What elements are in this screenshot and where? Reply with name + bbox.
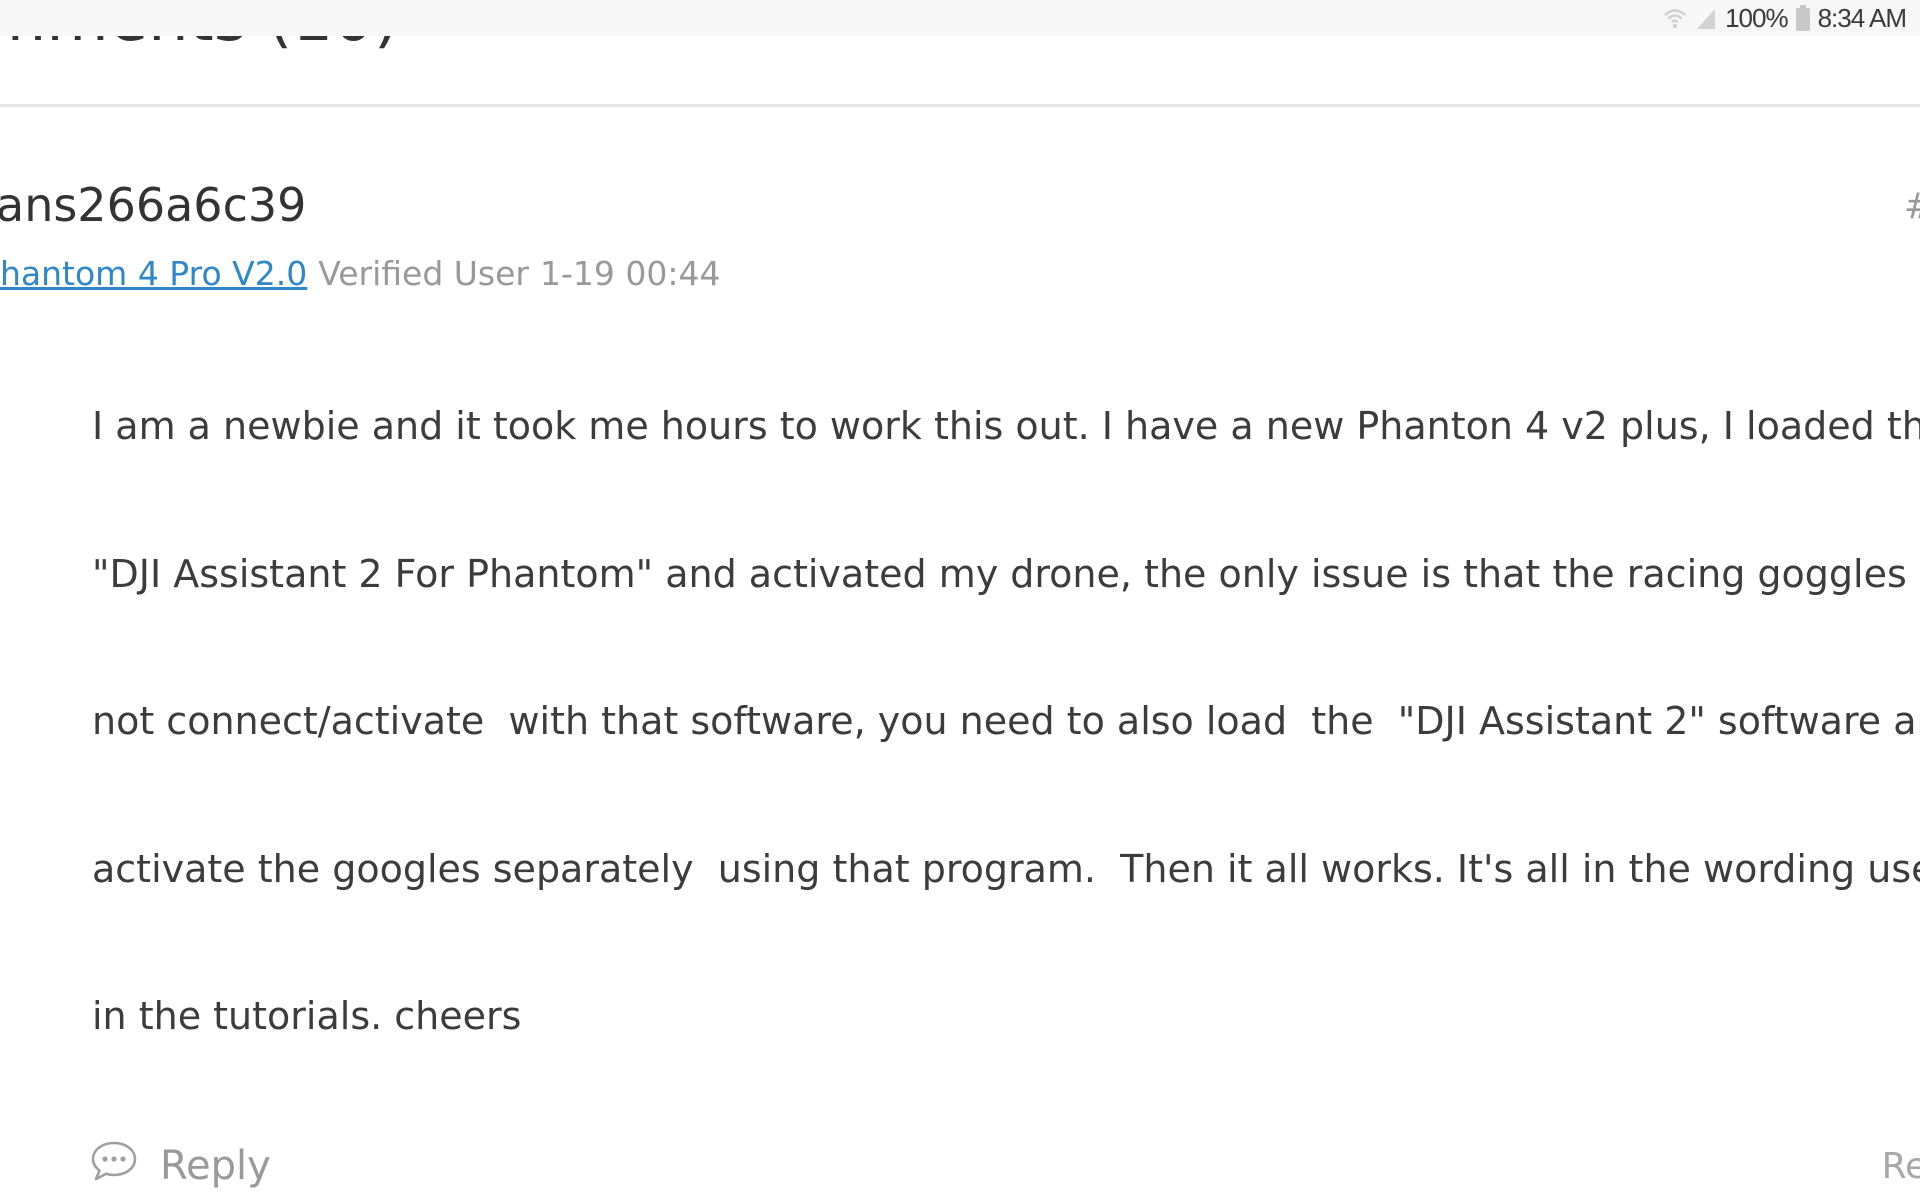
- comment-meta: hantom 4 Pro V2.0 Verified User 1-19 00:…: [0, 254, 721, 293]
- reply-label: Reply: [160, 1143, 271, 1189]
- comment-body-line: not connect/activate with that software,…: [92, 699, 1920, 743]
- comment-body-line: "DJI Assistant 2 For Phantom" and activa…: [92, 551, 1920, 596]
- status-time: 8:34 AM: [1817, 2, 1907, 33]
- product-link[interactable]: hantom 4 Pro V2.0: [0, 254, 307, 293]
- signal-icon: [1695, 6, 1717, 30]
- battery-icon: [1795, 5, 1810, 31]
- status-bar: 100% 8:34 AM: [0, 0, 1920, 36]
- comment-body-line: in the tutorials. cheers: [92, 994, 522, 1038]
- speech-bubble-icon: [90, 1140, 138, 1192]
- status-icons: 100% 8:34 AM: [1663, 2, 1907, 34]
- battery-percent: 100%: [1725, 2, 1788, 33]
- comment-body-line: I am a newbie and it took me hours to wo…: [92, 404, 1920, 448]
- reply-link-right[interactable]: Rep: [1882, 1146, 1920, 1187]
- divider: [0, 104, 1920, 107]
- comment-timestamp: 1-19 00:44: [540, 254, 721, 293]
- comment-body: I am a newbie and it took me hours to wo…: [92, 380, 1920, 1118]
- verified-badge: Verified User: [318, 254, 529, 293]
- reply-button[interactable]: Reply: [90, 1140, 271, 1192]
- wifi-icon: [1663, 6, 1687, 30]
- comment-body-line: activate the googles separately using th…: [92, 846, 1920, 891]
- floor-number: #: [1904, 186, 1920, 227]
- comment-author[interactable]: ans266a6c39: [0, 178, 306, 232]
